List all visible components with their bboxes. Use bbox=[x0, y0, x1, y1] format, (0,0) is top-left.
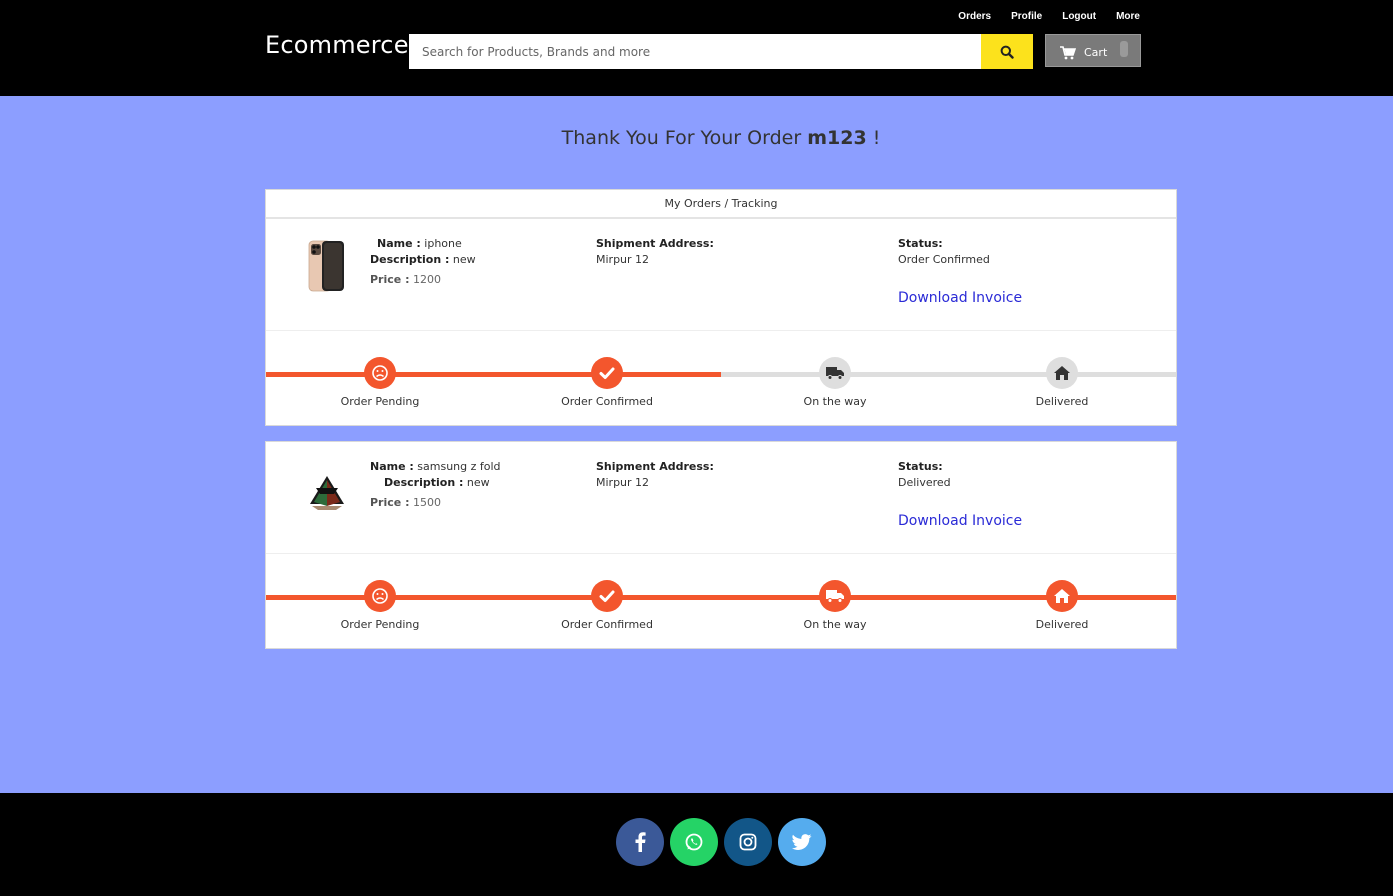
order-info: Name : iphone Description : new Price : … bbox=[266, 219, 1176, 331]
thank-you-heading: Thank You For Your Order m123 ! bbox=[0, 127, 1393, 149]
thank-you-prefix: Thank You For Your Order bbox=[561, 127, 802, 149]
step-order-pending: Order Pending bbox=[320, 357, 440, 408]
instagram-icon bbox=[739, 833, 757, 851]
check-icon bbox=[591, 580, 623, 612]
step-label: Delivered bbox=[1035, 395, 1089, 408]
step-delivered: Delivered bbox=[1002, 357, 1122, 408]
product-details: Name : samsung z fold Description : new … bbox=[370, 459, 501, 511]
cart-button[interactable]: Cart bbox=[1045, 34, 1141, 67]
twitter-button[interactable] bbox=[778, 818, 826, 866]
nav-more-link[interactable]: More bbox=[1116, 10, 1140, 24]
step-label: On the way bbox=[803, 395, 867, 408]
search-icon bbox=[1000, 45, 1014, 59]
site-header: Orders Profile Logout More Ecommerce Car… bbox=[0, 0, 1393, 96]
order-info: Name : samsung z fold Description : new … bbox=[266, 442, 1176, 554]
step-label: Order Confirmed bbox=[561, 618, 653, 631]
search-button[interactable] bbox=[981, 34, 1033, 69]
site-footer bbox=[0, 793, 1393, 896]
whatsapp-icon bbox=[685, 833, 703, 851]
username: m123 bbox=[807, 127, 867, 149]
sad-face-icon bbox=[364, 357, 396, 389]
facebook-button[interactable] bbox=[616, 818, 664, 866]
name-label: Name : bbox=[377, 237, 421, 250]
instagram-button[interactable] bbox=[724, 818, 772, 866]
download-invoice-link[interactable]: Download Invoice bbox=[898, 290, 1022, 306]
order-tracker: Order Pending Order Confirmed On the way… bbox=[266, 554, 1176, 648]
product-price: 1500 bbox=[412, 496, 441, 509]
status-details: Status: Delivered bbox=[898, 459, 951, 491]
product-description: new bbox=[466, 476, 490, 489]
cart-label: Cart bbox=[1084, 46, 1108, 59]
nav-orders-link[interactable]: Orders bbox=[958, 10, 991, 24]
order-tracker: Order Pending Order Confirmed On the way… bbox=[266, 331, 1176, 425]
product-details: Name : iphone Description : new Price : … bbox=[370, 236, 476, 288]
truck-icon bbox=[819, 357, 851, 389]
status-details: Status: Order Confirmed bbox=[898, 236, 990, 268]
step-order-confirmed: Order Confirmed bbox=[547, 580, 667, 631]
shipment-address: Mirpur 12 bbox=[596, 476, 650, 489]
shipment-label: Shipment Address: bbox=[596, 237, 714, 250]
home-icon bbox=[1046, 357, 1078, 389]
twitter-icon bbox=[792, 833, 812, 850]
sad-face-icon bbox=[364, 580, 396, 612]
step-label: Order Pending bbox=[340, 395, 420, 408]
check-icon bbox=[591, 357, 623, 389]
price-label: Price : bbox=[370, 273, 410, 286]
iphone-product-image bbox=[308, 240, 344, 292]
price-label: Price : bbox=[370, 496, 410, 509]
cart-count-badge bbox=[1120, 41, 1128, 57]
description-label: Description : bbox=[384, 476, 464, 489]
step-label: Delivered bbox=[1035, 618, 1089, 631]
home-icon bbox=[1046, 580, 1078, 612]
order-card: Name : samsung z fold Description : new … bbox=[265, 441, 1177, 649]
nav-logout-link[interactable]: Logout bbox=[1062, 10, 1096, 24]
shipment-details: Shipment Address: Mirpur 12 bbox=[596, 236, 714, 268]
shipment-details: Shipment Address: Mirpur 12 bbox=[596, 459, 714, 491]
section-title: My Orders / Tracking bbox=[266, 190, 1176, 219]
brand-logo[interactable]: Ecommerce bbox=[265, 31, 409, 59]
order-status: Order Confirmed bbox=[898, 253, 990, 266]
step-label: On the way bbox=[803, 618, 867, 631]
description-label: Description : bbox=[370, 253, 450, 266]
nav-profile-link[interactable]: Profile bbox=[1011, 10, 1042, 24]
status-label: Status: bbox=[898, 460, 943, 473]
step-on-the-way: On the way bbox=[775, 580, 895, 631]
shipment-address: Mirpur 12 bbox=[596, 253, 650, 266]
order-status: Delivered bbox=[898, 476, 951, 489]
name-label: Name : bbox=[370, 460, 414, 473]
step-on-the-way: On the way bbox=[775, 357, 895, 408]
step-label: Order Confirmed bbox=[561, 395, 653, 408]
order-card: My Orders / Tracking Name : iphone Descr… bbox=[265, 189, 1177, 426]
facebook-icon bbox=[635, 832, 646, 852]
product-price: 1200 bbox=[412, 273, 441, 286]
product-description: new bbox=[452, 253, 476, 266]
samsung-product-image bbox=[310, 476, 344, 510]
download-invoice-link[interactable]: Download Invoice bbox=[898, 513, 1022, 529]
search-input[interactable] bbox=[409, 34, 981, 69]
top-nav: Orders Profile Logout More bbox=[938, 10, 1140, 24]
truck-icon bbox=[819, 580, 851, 612]
shipment-label: Shipment Address: bbox=[596, 460, 714, 473]
whatsapp-button[interactable] bbox=[670, 818, 718, 866]
thank-you-suffix: ! bbox=[872, 127, 881, 149]
status-label: Status: bbox=[898, 237, 943, 250]
product-name: iphone bbox=[424, 237, 462, 250]
step-label: Order Pending bbox=[340, 618, 420, 631]
step-delivered: Delivered bbox=[1002, 580, 1122, 631]
step-order-pending: Order Pending bbox=[320, 580, 440, 631]
product-name: samsung z fold bbox=[417, 460, 501, 473]
step-order-confirmed: Order Confirmed bbox=[547, 357, 667, 408]
cart-icon bbox=[1060, 45, 1076, 59]
